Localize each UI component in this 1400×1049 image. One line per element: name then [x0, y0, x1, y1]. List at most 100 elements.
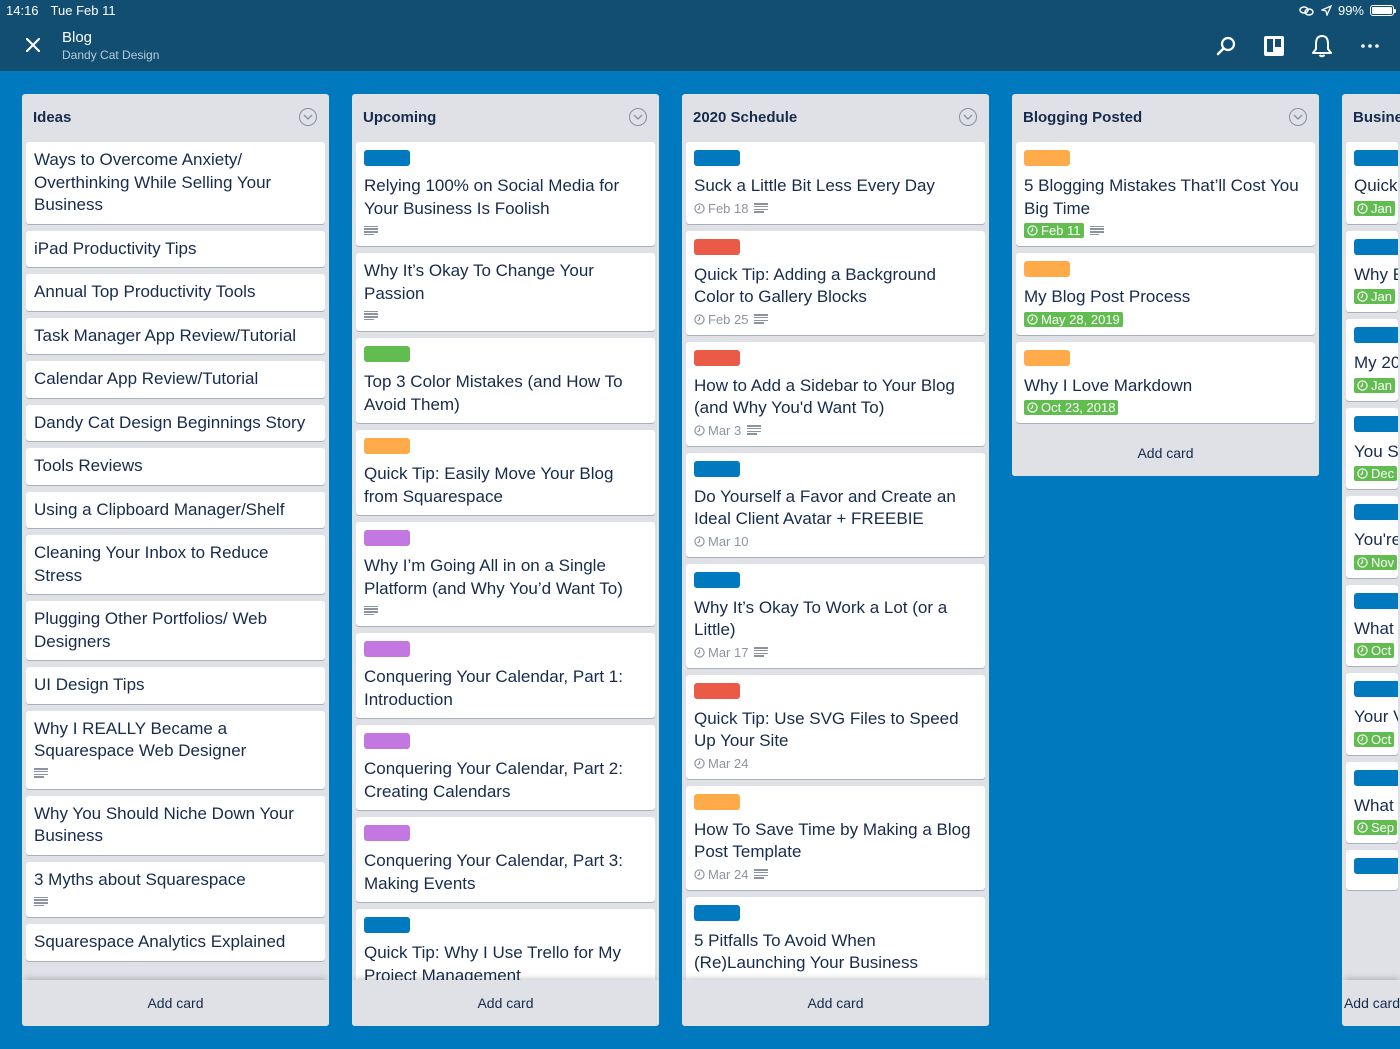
board-view-button[interactable] [1262, 34, 1286, 58]
list-menu-button[interactable] [299, 108, 317, 126]
clock-icon [694, 202, 705, 214]
card-label-purple [364, 733, 410, 749]
card[interactable]: Quick Tip: Why I Use Trello for My Proje… [356, 909, 655, 980]
card[interactable]: Conquering Your Calendar, Part 3: Making… [356, 817, 655, 902]
due-date-text: Sep [1371, 820, 1395, 835]
card-label-orange [1024, 261, 1070, 277]
search-button[interactable] [1214, 34, 1238, 58]
card[interactable]: iPad Productivity Tips [26, 230, 325, 267]
card-badges: Feb 18 [694, 200, 977, 217]
card[interactable]: Task Manager App Review/Tutorial [26, 317, 325, 354]
card[interactable]: UI Design Tips [26, 667, 325, 704]
due-date-text: Mar 3 [708, 422, 742, 438]
card-label-blue [1354, 504, 1398, 520]
card[interactable]: Squarespace Analytics Explained [26, 924, 325, 961]
card[interactable]: Using a Clipboard Manager/Shelf [26, 491, 325, 528]
card[interactable]: Why It’s Okay To Work a Lot (or a Little… [686, 563, 985, 668]
card[interactable]: Quick the Pi Jan [1346, 142, 1398, 224]
add-card-button[interactable]: Add card [22, 980, 329, 1026]
list-title: 2020 Schedule [693, 108, 798, 126]
close-icon [25, 37, 41, 53]
card-title: Ways to Overcome Anxiety/ Overthinking W… [34, 150, 272, 214]
card-title: Why You Should Niche Down Your Business [34, 803, 294, 846]
card[interactable]: Why It’s Okay To Change Your Passion [356, 253, 655, 331]
chevron-down-icon [303, 114, 313, 120]
clock-icon [694, 757, 705, 769]
card-badges [364, 307, 647, 324]
add-card-button[interactable]: Add card [1012, 430, 1319, 476]
add-card-button[interactable]: Add card [682, 980, 989, 1026]
card[interactable]: Why I Love Markdown Oct 23, 2018 [1016, 341, 1315, 423]
card[interactable]: My Blog Post Process May 28, 2019 [1016, 253, 1315, 335]
due-date-badge: Mar 17 [694, 645, 748, 660]
more-button[interactable] [1358, 34, 1382, 58]
list-menu-button[interactable] [1289, 108, 1307, 126]
card[interactable]: How to Add a Sidebar to Your Blog (and W… [686, 341, 985, 446]
card[interactable]: Why I’m Going All in on a Single Platfor… [356, 522, 655, 626]
card[interactable]: 5 Blogging Mistakes That’ll Cost You Big… [1016, 142, 1315, 246]
card[interactable]: How To Save Time by Making a Blog Post T… [686, 785, 985, 890]
card-list: Suck a Little Bit Less Every Day Feb 18 Qu… [686, 142, 985, 980]
card[interactable]: Ways to Overcome Anxiety/ Overthinking W… [26, 142, 325, 224]
card[interactable]: Relying 100% on Social Media for Your Bu… [356, 142, 655, 246]
card-title: UI Design Tips [34, 675, 145, 694]
card[interactable]: Quick Tip: Adding a Background Color to … [686, 230, 985, 335]
card[interactable]: Why E (Incluc Jan [1346, 230, 1398, 312]
chevron-down-icon [633, 114, 643, 120]
list-menu-button[interactable] [629, 108, 647, 126]
card[interactable]: Quick Tip: Use SVG Files to Speed Up You… [686, 674, 985, 779]
clock-icon [1027, 313, 1038, 325]
board-title: Blog [62, 29, 93, 46]
due-date-text: Mar 24 [708, 755, 749, 771]
notifications-button[interactable] [1310, 34, 1334, 58]
card-label-blue [364, 917, 410, 933]
close-button[interactable] [22, 34, 44, 56]
add-card-button[interactable]: Add card [1342, 980, 1400, 1026]
card[interactable] [1346, 850, 1398, 890]
card[interactable]: Cleaning Your Inbox to Reduce Stress [26, 535, 325, 594]
description-icon [747, 425, 762, 435]
card[interactable]: Conquering Your Calendar, Part 1: Introd… [356, 633, 655, 718]
card[interactable]: What Lando Sep [1346, 761, 1398, 843]
list-title: Ideas [33, 108, 72, 126]
card[interactable]: Conquering Your Calendar, Part 2: Creati… [356, 725, 655, 810]
due-date-badge: Feb 25 [694, 312, 748, 327]
card-badges: Oct 23, 2018 [1024, 399, 1307, 416]
card[interactable]: Annual Top Productivity Tools [26, 274, 325, 311]
card-title: Task Manager App Review/Tutorial [34, 325, 297, 345]
card[interactable]: Quick Tip: Easily Move Your Blog from Sq… [356, 430, 655, 515]
card[interactable]: My 20 Jan [1346, 319, 1398, 401]
card[interactable]: Why You Should Niche Down Your Business [26, 795, 325, 855]
card-title: Why It’s Okay To Work a Lot (or a Little… [694, 597, 948, 640]
card-label-blue [694, 460, 740, 477]
card[interactable]: Calendar App Review/Tutorial [26, 361, 325, 398]
card-title: Plugging Other Portfolios/ Web Designers [34, 609, 268, 651]
card-badges: Jan [1354, 288, 1395, 305]
card[interactable]: You're Nov [1346, 496, 1398, 578]
card[interactable]: Suck a Little Bit Less Every Day Feb 18 [686, 142, 985, 224]
card-badges: Nov [1354, 554, 1398, 571]
card[interactable]: 5 Pitfalls To Avoid When (Re)Launching Y… [686, 896, 985, 980]
card[interactable]: Do Yourself a Favor and Create an Ideal … [686, 452, 985, 557]
card-badges: Feb 11 [1024, 222, 1307, 239]
clock-icon [1357, 645, 1368, 656]
card[interactable]: 3 Myths about Squarespace [26, 861, 325, 917]
card[interactable]: Plugging Other Portfolios/ Web Designers [26, 601, 325, 660]
add-card-button[interactable]: Add card [352, 980, 659, 1026]
list-menu-button[interactable] [959, 108, 977, 126]
card-label-orange [364, 438, 410, 454]
card[interactable]: Tools Reviews [26, 448, 325, 485]
card-badges: Dec [1354, 465, 1398, 482]
link-icon [1299, 5, 1314, 16]
card-badges [34, 765, 317, 782]
card-badges: Sep [1354, 819, 1398, 836]
card[interactable]: You Sl Dec [1346, 407, 1398, 489]
card[interactable]: Your V 100% Oct [1346, 673, 1398, 755]
board-view-icon [1264, 36, 1284, 56]
card-list: 5 Blogging Mistakes That’ll Cost You Big… [1016, 142, 1315, 430]
card[interactable]: Top 3 Color Mistakes (and How To Avoid T… [356, 338, 655, 423]
card[interactable]: Dandy Cat Design Beginnings Story [26, 404, 325, 441]
status-time: 14:16 [6, 3, 39, 18]
card[interactable]: What Hickox Oct [1346, 584, 1398, 666]
card[interactable]: Why I REALLY Became a Squarespace Web De… [26, 710, 325, 789]
